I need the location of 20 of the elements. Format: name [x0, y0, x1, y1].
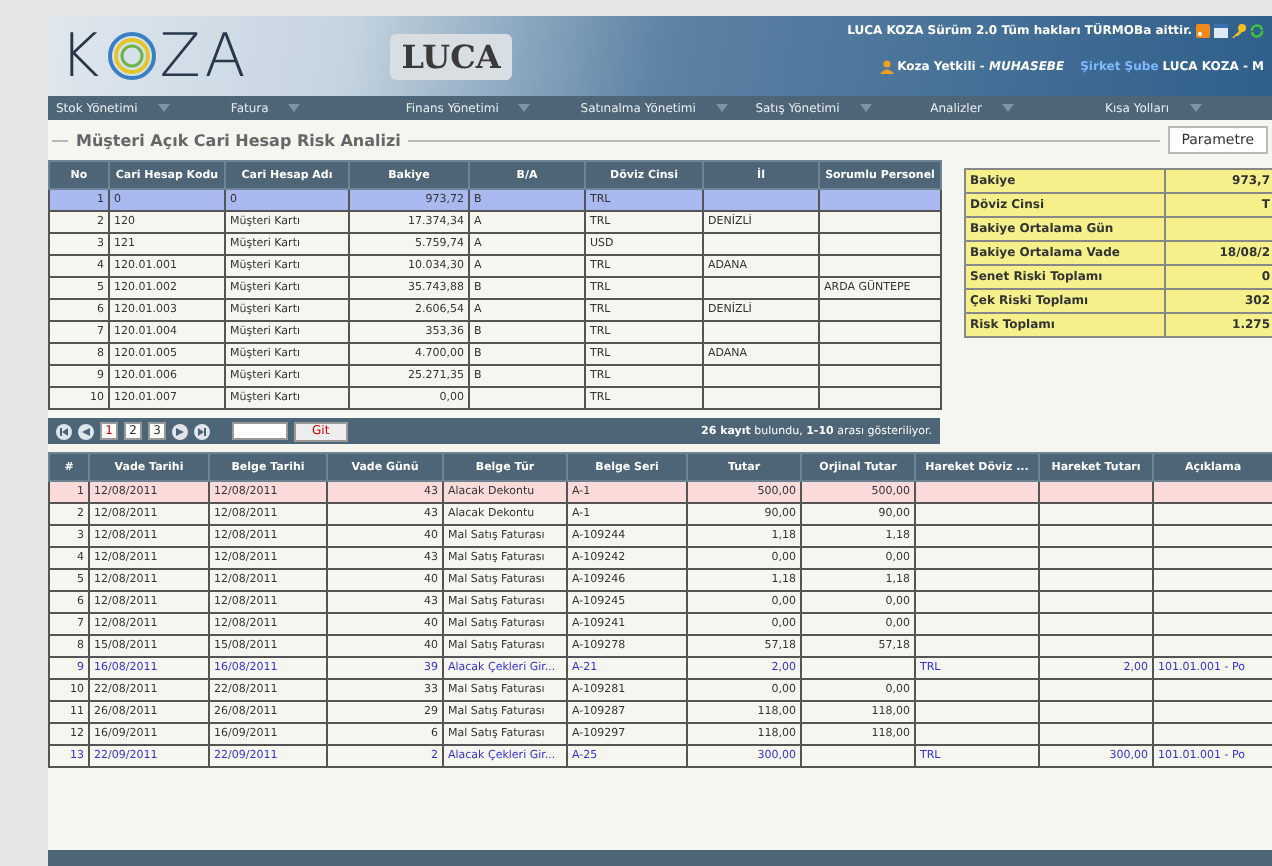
- user-icon: [879, 60, 894, 74]
- caret-icon: [859, 104, 872, 112]
- refresh-icon[interactable]: [1250, 24, 1264, 38]
- next-page-icon[interactable]: [172, 423, 188, 439]
- caret-icon: [1189, 104, 1202, 112]
- page-input[interactable]: [232, 422, 288, 440]
- first-page-icon[interactable]: [56, 423, 72, 439]
- caret-icon: [157, 104, 170, 112]
- rss-icon[interactable]: [1196, 24, 1210, 38]
- koza-logo: K ZA: [60, 21, 250, 91]
- caret-icon: [1002, 104, 1015, 112]
- previous-page-icon[interactable]: [78, 423, 94, 439]
- caret-icon: [288, 104, 301, 112]
- luca-logo: LUCA: [389, 33, 513, 79]
- caret-icon: [715, 104, 728, 112]
- caret-icon: [518, 104, 531, 112]
- section-title: Müşteri Açık Cari Hesap Risk Analizi: [76, 131, 401, 149]
- window-icon[interactable]: [1214, 24, 1228, 38]
- key-icon[interactable]: [1232, 24, 1246, 38]
- last-page-icon[interactable]: [194, 423, 210, 439]
